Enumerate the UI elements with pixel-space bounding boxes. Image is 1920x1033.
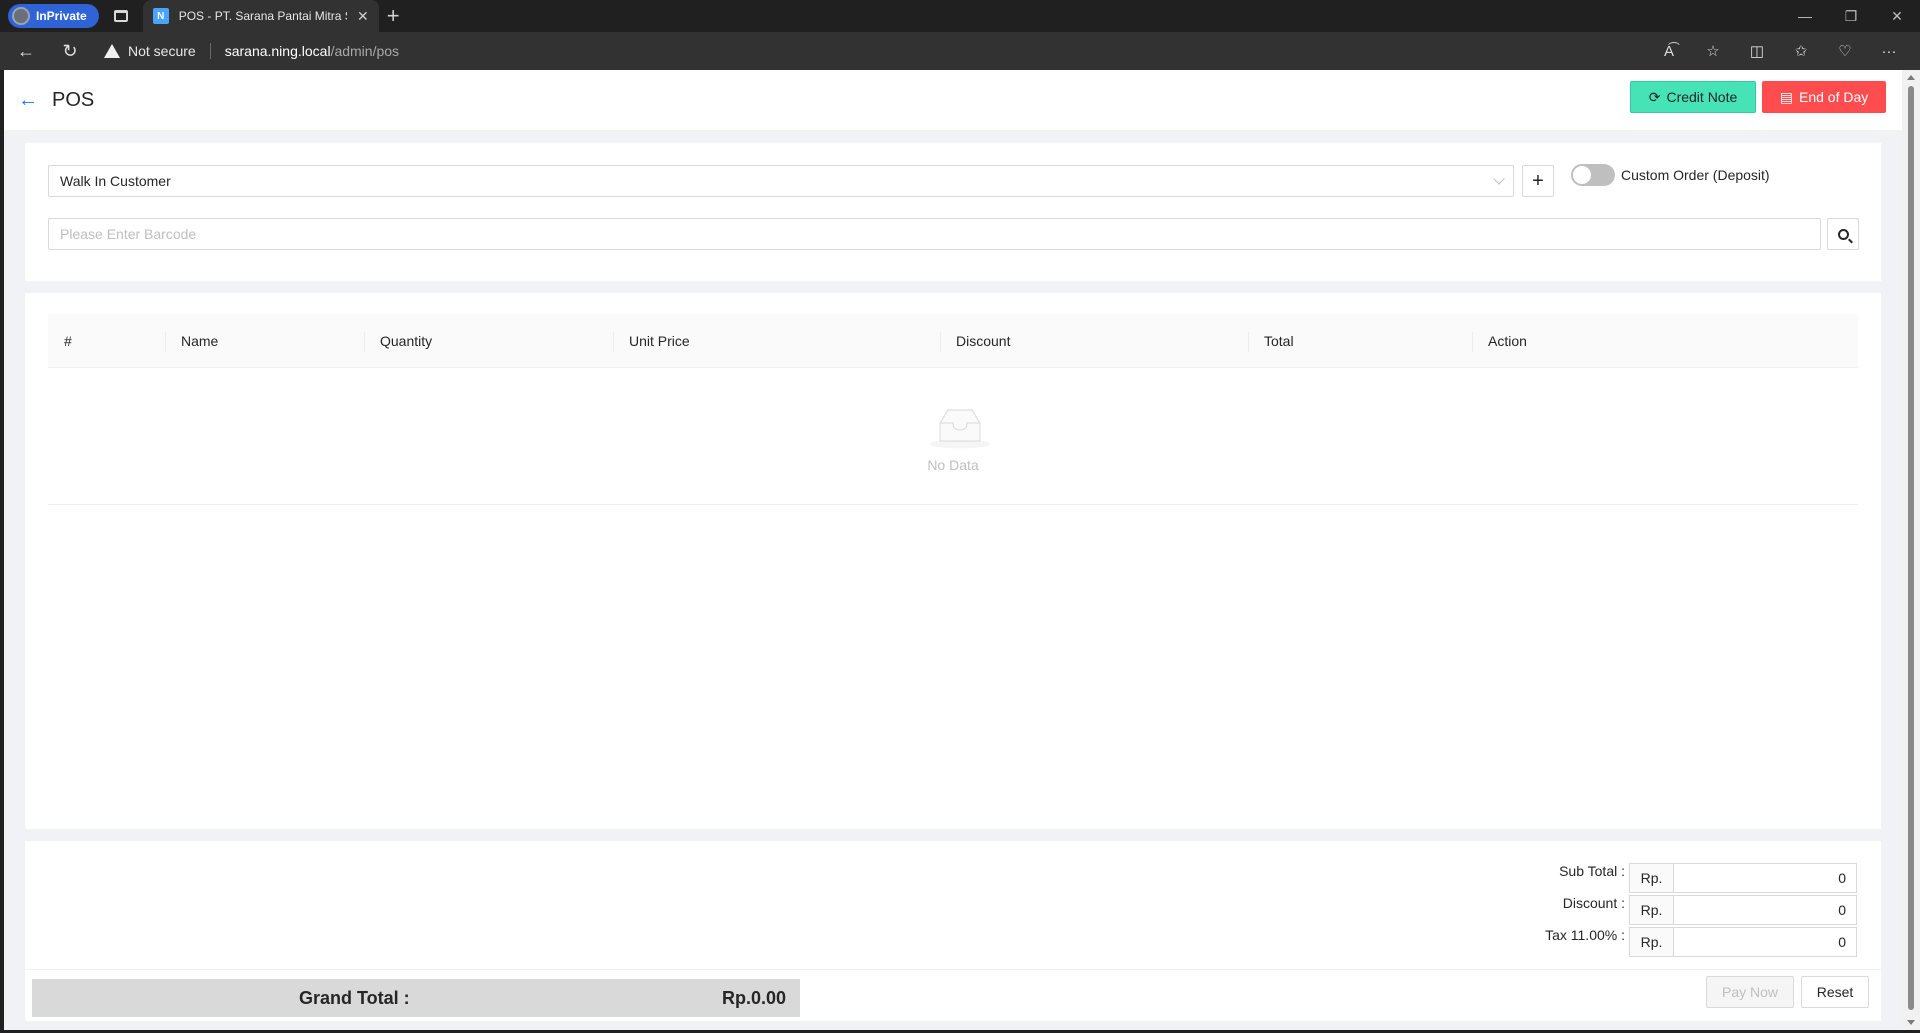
scroll-up-icon[interactable] bbox=[1907, 75, 1915, 80]
sync-icon: ⟳ bbox=[1648, 88, 1661, 105]
column-header: Unit Price bbox=[613, 314, 940, 367]
inprivate-label: InPrivate bbox=[36, 9, 87, 23]
minimize-icon[interactable]: — bbox=[1782, 0, 1828, 32]
profile-avatar bbox=[12, 7, 30, 25]
url-field[interactable]: Not secure sarana.ning.local/admin/pos bbox=[104, 36, 399, 66]
close-window-icon[interactable]: ✕ bbox=[1874, 0, 1920, 32]
items-card: # Name Quantity Unit Price Discount Tota… bbox=[25, 293, 1881, 829]
currency-prefix: Rp. bbox=[1630, 864, 1674, 892]
grand-total-value: Rp.0.00 bbox=[721, 987, 786, 1008]
url-host: sarana.ning.local bbox=[224, 43, 331, 59]
split-screen-icon[interactable]: ◫ bbox=[1738, 36, 1776, 66]
add-customer-button[interactable]: + bbox=[1522, 165, 1554, 197]
browser-tab[interactable]: N POS - PT. Sarana Pantai Mitra Se ✕ bbox=[142, 0, 379, 32]
grand-total-label: Grand Total : bbox=[299, 987, 410, 1008]
column-header: Quantity bbox=[364, 314, 613, 367]
back-icon[interactable]: ← bbox=[8, 35, 44, 67]
discount-value: 0 bbox=[1838, 902, 1846, 918]
security-label: Not secure bbox=[128, 43, 196, 59]
column-header: Total bbox=[1248, 314, 1472, 367]
barcode-placeholder: Please Enter Barcode bbox=[60, 226, 197, 242]
restore-icon[interactable]: ❐ bbox=[1828, 0, 1874, 32]
scrollbar-thumb[interactable] bbox=[1908, 86, 1914, 1010]
pay-now-button[interactable]: Pay Now bbox=[1706, 976, 1794, 1008]
empty-state: No Data bbox=[48, 369, 1858, 505]
sub-total-field: Rp. 0 bbox=[1629, 863, 1857, 893]
tab-actions-icon[interactable] bbox=[105, 2, 137, 30]
browser-tab-bar: InPrivate N POS - PT. Sarana Pantai Mitr… bbox=[0, 0, 1920, 32]
reset-button[interactable]: Reset bbox=[1801, 976, 1869, 1008]
credit-note-label: Credit Note bbox=[1666, 89, 1738, 105]
column-header: # bbox=[64, 332, 72, 349]
customer-value: Walk In Customer bbox=[60, 173, 171, 189]
close-tab-icon[interactable]: ✕ bbox=[357, 8, 369, 25]
empty-inbox-icon bbox=[930, 409, 990, 449]
end-of-day-button[interactable]: ▤ End of Day bbox=[1762, 81, 1886, 113]
chevron-down-icon bbox=[1493, 173, 1505, 185]
report-icon: ▤ bbox=[1779, 88, 1793, 105]
empty-text: No Data bbox=[927, 457, 979, 473]
tab-title: POS - PT. Sarana Pantai Mitra Se bbox=[178, 9, 347, 23]
sub-total-value: 0 bbox=[1838, 870, 1846, 886]
column-header: Discount bbox=[940, 314, 1248, 367]
site-favicon-icon: N bbox=[152, 8, 169, 24]
browser-essentials-icon[interactable]: ♡ bbox=[1826, 36, 1864, 66]
barcode-input[interactable]: Please Enter Barcode bbox=[48, 218, 1821, 250]
table-header: # Name Quantity Unit Price Discount Tota… bbox=[48, 314, 1858, 368]
discount-label: Discount : bbox=[1562, 895, 1625, 911]
browser-address-bar: ← ↻ Not secure sarana.ning.local/admin/p… bbox=[0, 32, 1920, 70]
tax-value: 0 bbox=[1838, 934, 1846, 950]
discount-field: Rp. 0 bbox=[1629, 895, 1857, 925]
url-path: /admin/pos bbox=[330, 43, 400, 59]
order-input-card: Walk In Customer + Custom Order (Deposit… bbox=[25, 143, 1881, 281]
new-tab-icon[interactable]: + bbox=[387, 3, 400, 29]
inprivate-badge[interactable]: InPrivate bbox=[8, 4, 99, 28]
page-title: POS bbox=[52, 88, 95, 111]
tax-label: Tax 11.00% : bbox=[1545, 927, 1625, 943]
refresh-icon[interactable]: ↻ bbox=[52, 35, 88, 67]
back-arrow-icon[interactable]: ← bbox=[18, 89, 42, 112]
end-of-day-label: End of Day bbox=[1798, 89, 1869, 105]
tax-field: Rp. 0 bbox=[1629, 927, 1857, 957]
grand-total-bar: Grand Total : Rp.0.00 bbox=[32, 979, 800, 1017]
custom-order-label: Custom Order (Deposit) bbox=[1621, 167, 1770, 183]
favorite-star-icon[interactable]: ☆ bbox=[1694, 36, 1732, 66]
scroll-down-icon[interactable] bbox=[1907, 1020, 1915, 1025]
read-aloud-icon[interactable]: A͡ bbox=[1650, 36, 1688, 66]
currency-prefix: Rp. bbox=[1630, 928, 1674, 956]
warning-icon bbox=[104, 44, 120, 58]
page-viewport: ← POS ⟳ Credit Note ▤ End of Day Walk In… bbox=[4, 70, 1902, 1030]
search-icon bbox=[1837, 228, 1849, 240]
column-header: Name bbox=[165, 314, 364, 367]
sub-total-label: Sub Total : bbox=[1559, 863, 1625, 879]
currency-prefix: Rp. bbox=[1630, 896, 1674, 924]
page-scrollbar[interactable] bbox=[1902, 70, 1920, 1030]
customer-select[interactable]: Walk In Customer bbox=[48, 165, 1514, 197]
column-header: Action bbox=[1472, 314, 1858, 367]
more-menu-icon[interactable]: ··· bbox=[1870, 36, 1908, 66]
summary-card: Sub Total : Rp. 0 Discount : Rp. 0 Tax 1… bbox=[25, 841, 1881, 1021]
barcode-search-button[interactable] bbox=[1827, 218, 1859, 250]
favorites-icon[interactable]: ✩ bbox=[1782, 36, 1820, 66]
page-header: ← POS ⟳ Credit Note ▤ End of Day bbox=[4, 70, 1902, 130]
plus-icon: + bbox=[1532, 169, 1544, 192]
credit-note-button[interactable]: ⟳ Credit Note bbox=[1630, 81, 1756, 113]
custom-order-toggle[interactable] bbox=[1571, 164, 1615, 186]
